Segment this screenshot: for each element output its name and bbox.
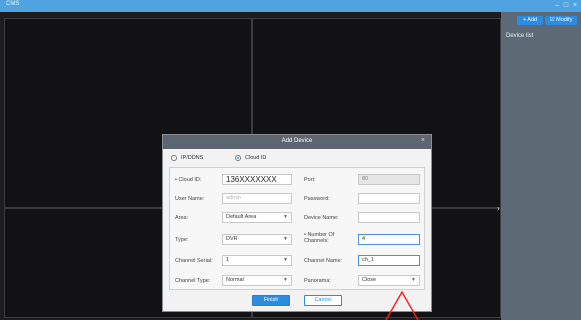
radio-selected-icon	[235, 155, 241, 161]
type-label: Type:	[175, 237, 189, 243]
dialog-title: Add Device	[281, 138, 313, 144]
channel-name-label: Channel Name:	[304, 258, 343, 264]
annotation-arrow-icon	[385, 290, 419, 320]
channel-type-select[interactable]: Normal ▼	[222, 275, 292, 286]
close-icon[interactable]: ×	[421, 137, 425, 144]
chevron-down-icon: ▼	[283, 257, 288, 263]
channel-type-label: Channel Type:	[175, 278, 211, 284]
panorama-select[interactable]: Close ▼	[358, 275, 420, 286]
number-of-channels-label: • Number Of Channels:	[304, 232, 335, 244]
maximize-icon[interactable]: □	[562, 1, 570, 10]
radio-unselected-icon	[171, 155, 177, 161]
area-select[interactable]: Default Area ▼	[222, 212, 292, 223]
port-label: Port:	[304, 177, 316, 183]
dialog-header: Add Device ×	[163, 135, 431, 149]
chevron-down-icon: ▼	[283, 214, 288, 220]
panorama-value: Close	[362, 277, 377, 283]
device-name-label: Device Name:	[304, 215, 339, 221]
area-label: Area:	[175, 215, 189, 221]
type-value: DVR	[226, 236, 238, 242]
cloud-id-input[interactable]: 136XXXXXXX	[222, 174, 292, 185]
finish-button[interactable]: Finish	[252, 295, 290, 306]
user-name-input[interactable]: admin	[222, 193, 292, 204]
type-select[interactable]: DVR ▼	[222, 234, 292, 245]
device-list-label: Device list	[506, 33, 534, 39]
minimize-icon[interactable]: –	[553, 1, 561, 10]
add-button[interactable]: + Add	[517, 16, 543, 25]
radio-ip-ddns-label: IP/DDNS	[181, 155, 204, 161]
cloud-id-label: • Cloud ID:	[175, 177, 202, 183]
cancel-button[interactable]: Cancel	[304, 295, 342, 306]
chevron-down-icon: ▼	[283, 277, 288, 283]
radio-cloud-id-label: Cloud ID	[245, 155, 267, 161]
user-name-label: User Name:	[175, 196, 205, 202]
panorama-label: Panorama:	[304, 278, 331, 284]
device-panel: + Add ☑ Modify Device list	[501, 12, 581, 320]
password-label: Password:	[304, 196, 330, 202]
channel-type-value: Normal	[226, 277, 244, 283]
channel-serial-label: Channel Serial:	[175, 258, 213, 264]
port-input[interactable]: 80	[358, 174, 420, 185]
number-of-channels-input[interactable]: 4	[358, 234, 420, 245]
channel-serial-select[interactable]: 1 ▼	[222, 255, 292, 266]
close-window-icon[interactable]: ×	[571, 1, 579, 10]
channel-name-input[interactable]: ch_1	[358, 255, 420, 266]
app-title: CMS	[6, 1, 20, 7]
modify-button[interactable]: ☑ Modify	[545, 16, 577, 25]
password-input[interactable]	[358, 193, 420, 204]
device-form: • Cloud ID: 136XXXXXXX Port: 80 User Nam…	[169, 167, 425, 290]
area-value: Default Area	[226, 214, 257, 220]
add-device-dialog: Add Device × IP/DDNS Cloud ID • Cloud ID…	[162, 134, 432, 312]
title-bar: CMS – □ ×	[0, 0, 581, 12]
radio-ip-ddns[interactable]: IP/DDNS	[171, 155, 203, 161]
device-name-input[interactable]	[358, 212, 420, 223]
channel-serial-value: 1	[226, 257, 230, 263]
chevron-down-icon: ▼	[411, 277, 416, 283]
radio-cloud-id[interactable]: Cloud ID	[235, 155, 266, 161]
chevron-down-icon: ▼	[283, 236, 288, 242]
